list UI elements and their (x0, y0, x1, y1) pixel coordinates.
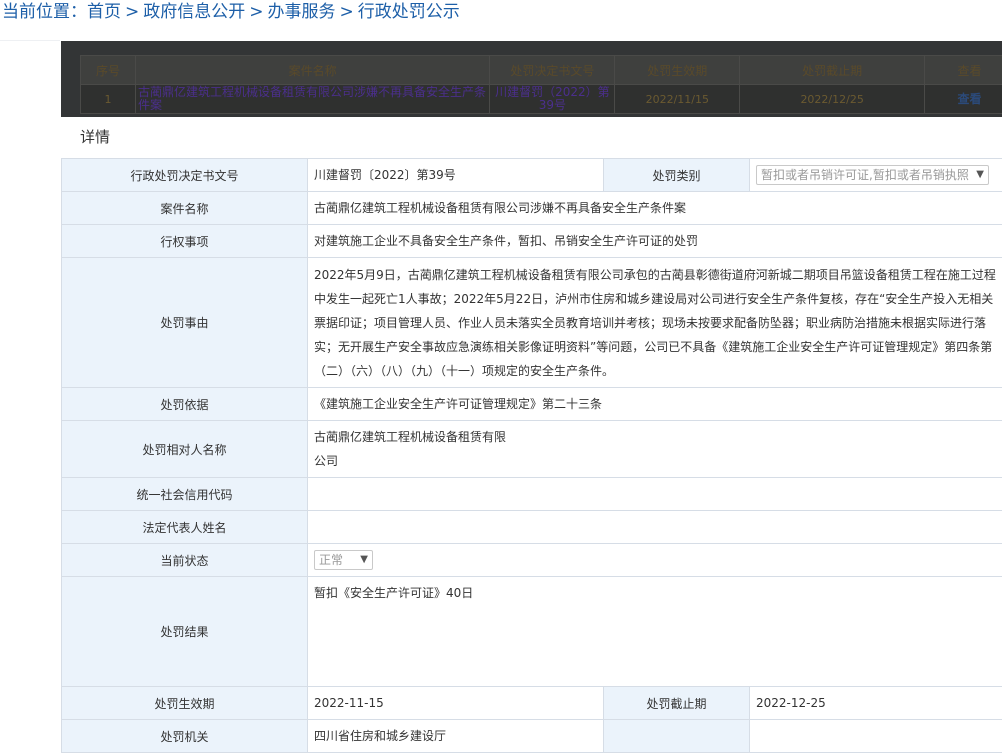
party-value: 古蔺鼎亿建筑工程机械设备租赁有限 公司 (308, 421, 1002, 478)
breadcrumb-services-link[interactable]: 办事服务 (268, 2, 336, 22)
party-line-2: 公司 (314, 449, 996, 473)
start-date-label: 处罚生效期 (62, 687, 308, 720)
table-row: 行权事项 对建筑施工企业不具备安全生产条件，暂扣、吊销安全生产许可证的处罚 (62, 225, 1002, 258)
reason-value: 2022年5月9日，古蔺鼎亿建筑工程机械设备租赁有限公司承包的古蔺县彰德街道府河… (308, 258, 1002, 388)
col-header-view: 查看 (925, 56, 1002, 85)
legal-rep-value (308, 511, 1002, 544)
credit-code-value (308, 478, 1002, 511)
table-row: 处罚结果 暂扣《安全生产许可证》40日 (62, 577, 1002, 687)
table-row: 行政处罚决定书文号 川建督罚〔2022〕第39号 处罚类别 暂扣或者吊销许可证,… (62, 159, 1002, 192)
row-case-name[interactable]: 古蔺鼎亿建筑工程机械设备租赁有限公司涉嫌不再具备安全生产条件案 (135, 85, 490, 114)
category-select-value: 暂扣或者吊销许可证,暂扣或者吊销执照 (761, 165, 969, 185)
detail-title: 详情 (61, 117, 1002, 159)
breadcrumb-separator: > (125, 2, 139, 22)
party-line-1: 古蔺鼎亿建筑工程机械设备租赁有限 (314, 425, 996, 449)
col-header-index: 序号 (81, 56, 136, 85)
status-cell: 正常 ▼ (308, 544, 1002, 577)
view-link[interactable]: 查看 (925, 85, 1002, 114)
table-row: 处罚机关 四川省住房和城乡建设厅 (62, 720, 1002, 753)
row-index: 1 (81, 85, 136, 114)
power-value: 对建筑施工企业不具备安全生产条件，暂扣、吊销安全生产许可证的处罚 (308, 225, 1002, 258)
legal-rep-label: 法定代表人姓名 (62, 511, 308, 544)
result-label: 处罚结果 (62, 577, 308, 687)
breadcrumb-gov-info-link[interactable]: 政府信息公开 (143, 2, 245, 22)
row-end-date: 2022/12/25 (740, 85, 925, 114)
table-row: 案件名称 古蔺鼎亿建筑工程机械设备租赁有限公司涉嫌不再具备安全生产条件案 (62, 192, 1002, 225)
table-row: 当前状态 正常 ▼ (62, 544, 1002, 577)
detail-panel: 详情 行政处罚决定书文号 川建督罚〔2022〕第39号 处罚类别 暂扣或者吊销许… (61, 117, 1002, 746)
category-select[interactable]: 暂扣或者吊销许可证,暂扣或者吊销执照 ▼ (756, 165, 989, 185)
authority-label: 处罚机关 (62, 720, 308, 753)
table-row[interactable]: 1 古蔺鼎亿建筑工程机械设备租赁有限公司涉嫌不再具备安全生产条件案 川建督罚（2… (81, 85, 1002, 114)
detail-table: 行政处罚决定书文号 川建督罚〔2022〕第39号 处罚类别 暂扣或者吊销许可证,… (61, 158, 1002, 753)
col-header-end: 处罚截止期 (740, 56, 925, 85)
breadcrumb-label: 当前位置： (2, 2, 87, 22)
status-label: 当前状态 (62, 544, 308, 577)
row-doc-no: 川建督罚（2022）第39号 (490, 85, 615, 114)
breadcrumb-home-link[interactable]: 首页 (87, 2, 121, 22)
table-row: 处罚事由 2022年5月9日，古蔺鼎亿建筑工程机械设备租赁有限公司承包的古蔺县彰… (62, 258, 1002, 388)
breadcrumb-separator: > (249, 2, 263, 22)
table-row: 处罚相对人名称 古蔺鼎亿建筑工程机械设备租赁有限 公司 (62, 421, 1002, 478)
chevron-down-icon: ▼ (360, 550, 368, 570)
case-name-value: 古蔺鼎亿建筑工程机械设备租赁有限公司涉嫌不再具备安全生产条件案 (308, 192, 1002, 225)
table-row: 处罚依据 《建筑施工企业安全生产许可证管理规定》第二十三条 (62, 388, 1002, 421)
penalty-list-table: 序号 案件名称 处罚决定书文号 处罚生效期 处罚截止期 查看 1 古蔺鼎亿建筑工… (80, 55, 1002, 114)
end-date-value: 2022-12-25 (750, 687, 1002, 720)
table-row: 法定代表人姓名 (62, 511, 1002, 544)
status-select[interactable]: 正常 ▼ (314, 550, 373, 570)
col-header-start: 处罚生效期 (615, 56, 740, 85)
basis-label: 处罚依据 (62, 388, 308, 421)
doc-no-label: 行政处罚决定书文号 (62, 159, 308, 192)
table-row: 统一社会信用代码 (62, 478, 1002, 511)
authority-value: 四川省住房和城乡建设厅 (308, 720, 604, 753)
breadcrumb: 当前位置：首页>政府信息公开>办事服务>行政处罚公示 (0, 0, 460, 30)
row-start-date: 2022/11/15 (615, 85, 740, 114)
col-header-doc: 处罚决定书文号 (490, 56, 615, 85)
list-header-row: 序号 案件名称 处罚决定书文号 处罚生效期 处罚截止期 查看 (81, 56, 1002, 85)
category-label: 处罚类别 (604, 159, 750, 192)
table-row: 处罚生效期 2022-11-15 处罚截止期 2022-12-25 (62, 687, 1002, 720)
start-date-value: 2022-11-15 (308, 687, 604, 720)
party-label: 处罚相对人名称 (62, 421, 308, 478)
empty-value (750, 720, 1002, 753)
category-cell: 暂扣或者吊销许可证,暂扣或者吊销执照 ▼ (750, 159, 1002, 192)
divider (0, 40, 60, 41)
case-name-label: 案件名称 (62, 192, 308, 225)
end-date-label: 处罚截止期 (604, 687, 750, 720)
breadcrumb-separator: > (340, 2, 354, 22)
basis-value: 《建筑施工企业安全生产许可证管理规定》第二十三条 (308, 388, 1002, 421)
reason-label: 处罚事由 (62, 258, 308, 388)
power-label: 行权事项 (62, 225, 308, 258)
col-header-name: 案件名称 (135, 56, 490, 85)
chevron-down-icon: ▼ (976, 165, 984, 185)
credit-code-label: 统一社会信用代码 (62, 478, 308, 511)
breadcrumb-penalty-link[interactable]: 行政处罚公示 (358, 2, 460, 22)
list-overlay: 序号 案件名称 处罚决定书文号 处罚生效期 处罚截止期 查看 1 古蔺鼎亿建筑工… (61, 41, 1002, 117)
empty-label (604, 720, 750, 753)
doc-no-value: 川建督罚〔2022〕第39号 (308, 159, 604, 192)
status-select-value: 正常 (319, 550, 343, 570)
result-value: 暂扣《安全生产许可证》40日 (308, 577, 1002, 687)
